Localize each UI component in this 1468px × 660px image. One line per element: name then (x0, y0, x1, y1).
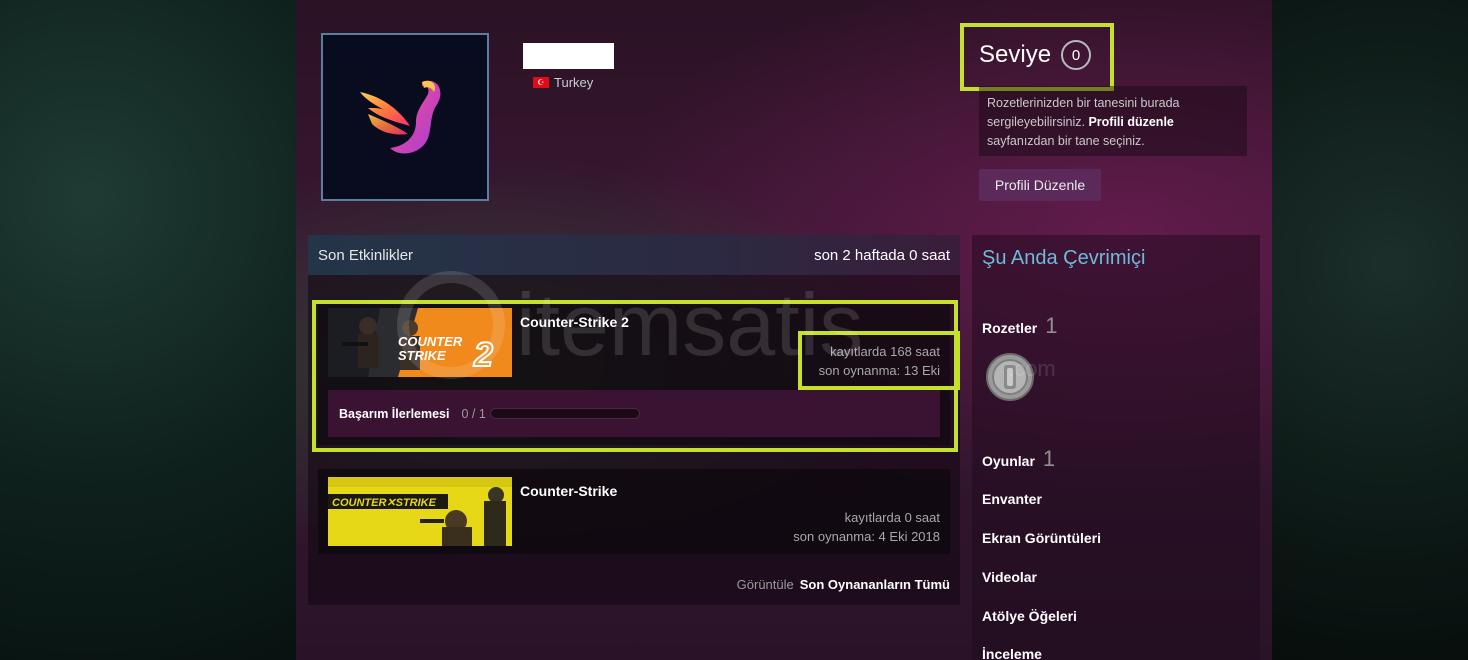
game-stats-cs: kayıtlarda 0 saat son oynanma: 4 Eki 201… (793, 508, 940, 546)
game-stats-highlight (798, 331, 960, 390)
profile-name-redacted (523, 43, 614, 69)
games-link[interactable]: Oyunlar 1 (982, 446, 1055, 472)
profile-location: ☪ Turkey (533, 75, 593, 90)
page-background-left (0, 0, 296, 660)
screenshots-link[interactable]: Ekran Görüntüleri (982, 530, 1101, 546)
profile-avatar[interactable] (321, 33, 489, 201)
videos-link[interactable]: Videolar (982, 569, 1037, 585)
cs-capsule-art: COUNTER✕STRIKE (328, 477, 512, 546)
view-label: Görüntüle (736, 577, 794, 592)
edit-profile-button[interactable]: Profili Düzenle (979, 169, 1101, 201)
online-status: Şu Anda Çevrimiçi (982, 247, 1146, 269)
turkey-flag-icon: ☪ (533, 77, 549, 88)
badges-count: 1 (1045, 313, 1058, 338)
view-all-recent: Görüntüle Son Oynananların Tümü (737, 577, 950, 592)
game-title-cs[interactable]: Counter-Strike (520, 483, 617, 499)
game-capsule-cs[interactable]: COUNTER✕STRIKE (328, 477, 512, 546)
page-background-right (1272, 0, 1468, 660)
game-last-played-cs: son oynanma: 4 Eki 2018 (793, 529, 940, 544)
country-name: Turkey (554, 75, 594, 90)
level-highlight (960, 23, 1114, 91)
recent-activity-header: Son Etkinlikler son 2 haftada 0 saat (308, 235, 960, 275)
badge-coin-icon[interactable] (985, 352, 1035, 402)
badges-label: Rozetler (982, 320, 1038, 336)
games-label: Oyunlar (982, 453, 1035, 469)
featured-badge-note: Rozetlerinizden bir tanesini burada serg… (979, 86, 1247, 156)
badges-link[interactable]: Rozetler 1 (982, 313, 1057, 339)
reviews-link[interactable]: İnceleme (982, 646, 1042, 660)
view-all-recent-link[interactable]: Son Oynananların Tümü (800, 577, 950, 592)
inventory-link[interactable]: Envanter (982, 491, 1042, 507)
profile-page: ☪ Turkey Seviye 0 Rozetlerinizden bir ta… (296, 0, 1272, 660)
profile-sidebar: Şu Anda Çevrimiçi Rozetler 1 Oyunlar 1 E… (972, 235, 1260, 660)
workshop-link[interactable]: Atölye Öğeleri (982, 608, 1077, 624)
recent-activity-summary: son 2 haftada 0 saat (814, 246, 950, 264)
badge-note-text-end: sayfanızdan bir tane seçiniz. (987, 134, 1145, 148)
games-count: 1 (1042, 446, 1056, 471)
edit-profile-link[interactable]: Profili düzenle (1088, 115, 1173, 129)
game-row-cs: COUNTER✕STRIKE Counter-Strike kayıtlarda… (318, 469, 950, 554)
swan-logo-icon (360, 80, 441, 154)
recent-activity-title[interactable]: Son Etkinlikler (318, 247, 413, 264)
cs-capsule-text: COUNTER✕STRIKE (332, 497, 437, 509)
game-hours-cs: kayıtlarda 0 saat (844, 510, 940, 525)
